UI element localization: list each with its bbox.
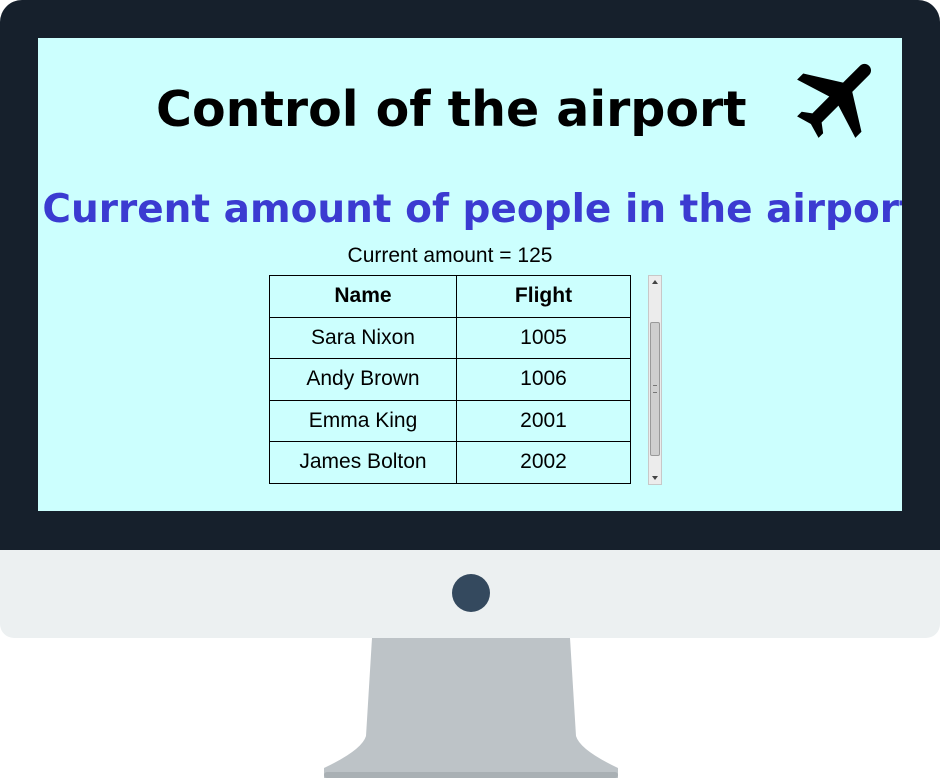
scroll-up-arrow-icon[interactable]	[649, 276, 661, 288]
cell-name: James Bolton	[269, 441, 457, 484]
scroll-down-arrow-icon[interactable]	[649, 472, 661, 484]
table-scrollbar[interactable]	[648, 275, 662, 485]
current-amount-value: 125	[517, 244, 553, 267]
people-table: Name Flight Sara Nixon 1005 Andy Brown 1…	[269, 275, 631, 484]
current-amount-text: Current amount = 125	[270, 242, 630, 270]
power-button[interactable]	[452, 574, 490, 612]
cell-name: Emma King	[269, 399, 457, 442]
stand-base-shadow	[324, 772, 618, 778]
monitor-stand	[324, 638, 618, 778]
table-row: Andy Brown 1006	[269, 358, 631, 401]
cell-flight: 2002	[456, 441, 631, 484]
scrollbar-thumb[interactable]	[650, 322, 660, 456]
monitor-frame: Control of the airport Current amount of…	[0, 0, 940, 550]
current-amount-label: Current amount =	[347, 244, 518, 267]
table-row: Sara Nixon 1005	[269, 316, 631, 359]
page-title: Control of the airport	[156, 81, 747, 138]
grip-icon	[653, 385, 657, 393]
column-header-name: Name	[269, 275, 457, 318]
cell-flight: 2001	[456, 399, 631, 442]
people-count-heading: Current amount of people in the airport	[42, 187, 902, 232]
cell-name: Sara Nixon	[269, 316, 457, 359]
monitor-screen: Control of the airport Current amount of…	[38, 38, 902, 511]
stand-neck	[324, 638, 618, 778]
cell-flight: 1005	[456, 316, 631, 359]
column-header-flight: Flight	[456, 275, 631, 318]
table-row: James Bolton 2002	[269, 441, 631, 484]
people-table-container: Name Flight Sara Nixon 1005 Andy Brown 1…	[269, 275, 631, 485]
table-row: Emma King 2001	[269, 399, 631, 442]
cell-name: Andy Brown	[269, 358, 457, 401]
cell-flight: 1006	[456, 358, 631, 401]
airplane-icon	[797, 63, 872, 138]
table-header-row: Name Flight	[269, 275, 631, 318]
